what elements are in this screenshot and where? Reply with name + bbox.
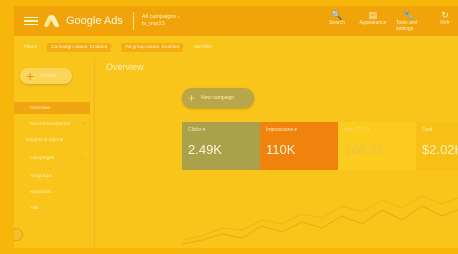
plus-icon: + bbox=[188, 91, 196, 105]
appearance-icon: ▤ bbox=[368, 10, 378, 20]
metric-card-impressions[interactable]: Impressions ▾ 110K bbox=[260, 122, 338, 170]
page-title: Overview bbox=[106, 62, 144, 72]
sidebar-item-label: Campaigns bbox=[30, 155, 55, 161]
metric-card-clicks[interactable]: Clicks ▾ 2.49K bbox=[182, 122, 260, 170]
top-app-bar: Google Ads All campaigns › tv_mar23 🔍 Se… bbox=[14, 6, 458, 36]
sidebar-item-recommendations[interactable]: Recommendations • bbox=[14, 118, 90, 130]
header-divider bbox=[132, 12, 134, 30]
search-button[interactable]: 🔍 Search bbox=[324, 10, 350, 32]
refresh-label: Refr bbox=[440, 20, 450, 26]
sidebar-item-ads[interactable]: Ads bbox=[14, 202, 90, 214]
sidebar-item-label: Insights & reports bbox=[26, 137, 64, 143]
sidebar-item-label: Keywords bbox=[30, 189, 52, 195]
sidebar-divider bbox=[94, 58, 95, 248]
refresh-icon: ↻ bbox=[441, 10, 449, 20]
metric-card-cost[interactable]: Cost $2.02K bbox=[416, 122, 458, 170]
new-campaign-button[interactable]: + New campaign bbox=[182, 88, 254, 108]
filter-bar: Filters Campaign status: Enabled Ad grou… bbox=[14, 40, 458, 54]
sidebar-collapse-toggle[interactable] bbox=[14, 228, 23, 241]
campaigns-icon: ⌂ bbox=[80, 155, 84, 161]
search-icon: 🔍 bbox=[331, 10, 343, 20]
sidebar-item-campaigns[interactable]: Campaigns ⌂ bbox=[14, 152, 90, 164]
campaign-breadcrumb: All campaigns › bbox=[141, 14, 180, 20]
chart-line-clicks bbox=[182, 195, 458, 241]
header-tools: 🔍 Search ▤ Appearance 🔧 Tools and settin… bbox=[324, 10, 458, 32]
tools-settings-label: Tools and settings bbox=[396, 20, 418, 32]
menu-icon[interactable] bbox=[24, 16, 38, 26]
campaign-selector[interactable]: All campaigns › tv_mar23 bbox=[142, 14, 180, 28]
sidebar-item-insights-reports[interactable]: Insights & reports bbox=[14, 134, 90, 146]
sidebar-item-overview[interactable]: Overview ⌂ bbox=[14, 102, 90, 114]
filters-label[interactable]: Filters bbox=[24, 45, 37, 50]
metric-label: Impressions ▾ bbox=[266, 127, 297, 133]
sidebar-item-label: Recommendations bbox=[30, 121, 70, 127]
filter-chip-ad-group-status[interactable]: Ad group status: Enabled bbox=[121, 42, 184, 52]
create-button[interactable]: + Create bbox=[20, 68, 72, 84]
google-ads-logo bbox=[43, 15, 60, 27]
create-label: Create bbox=[40, 73, 57, 79]
metric-label: Clicks ▾ bbox=[188, 127, 206, 133]
notification-dot-icon: • bbox=[82, 121, 84, 127]
metric-value: $2.02K bbox=[422, 142, 458, 157]
chart-line-impressions bbox=[182, 205, 458, 245]
sidebar-item-keywords[interactable]: Keywords bbox=[14, 186, 90, 198]
metric-value: 2.49K bbox=[188, 142, 222, 157]
metric-value: 168.81 bbox=[344, 142, 384, 157]
sidebar-item-label: Ads bbox=[30, 205, 39, 211]
metric-card-avg-cpc[interactable]: Avg. CPC ▾ 168.81 bbox=[338, 122, 416, 170]
add-filter-link[interactable]: Add filter bbox=[193, 45, 212, 50]
appearance-button[interactable]: ▤ Appearance bbox=[359, 10, 387, 32]
plus-icon: + bbox=[26, 68, 35, 84]
appearance-label: Appearance bbox=[359, 20, 387, 26]
sidebar-item-label: Ad groups bbox=[30, 173, 52, 179]
sidebar-item-label: Overview bbox=[30, 105, 50, 111]
wrench-icon: 🔧 bbox=[403, 10, 415, 20]
app-window: Google Ads All campaigns › tv_mar23 🔍 Se… bbox=[14, 6, 458, 248]
metric-value: 110K bbox=[266, 142, 296, 157]
home-icon: ⌂ bbox=[80, 105, 84, 111]
metric-label: Cost bbox=[422, 127, 433, 133]
brand-name: Google Ads bbox=[66, 15, 123, 27]
campaign-name: tv_mar23 bbox=[141, 21, 165, 27]
sidebar: + Create Overview ⌂ Recommendations • In… bbox=[14, 58, 94, 248]
metric-label: Avg. CPC ▾ bbox=[344, 127, 370, 133]
tools-settings-button[interactable]: 🔧 Tools and settings bbox=[396, 10, 422, 32]
performance-chart bbox=[182, 195, 458, 245]
metric-cards: Clicks ▾ 2.49K Impressions ▾ 110K Avg. C… bbox=[182, 122, 458, 170]
search-label: Search bbox=[329, 20, 345, 26]
sidebar-item-ad-groups[interactable]: Ad groups bbox=[14, 170, 90, 182]
refresh-button[interactable]: ↻ Refr bbox=[432, 10, 458, 32]
new-campaign-label: New campaign bbox=[201, 95, 235, 101]
filter-chip-campaign-status[interactable]: Campaign status: Enabled bbox=[47, 42, 112, 52]
